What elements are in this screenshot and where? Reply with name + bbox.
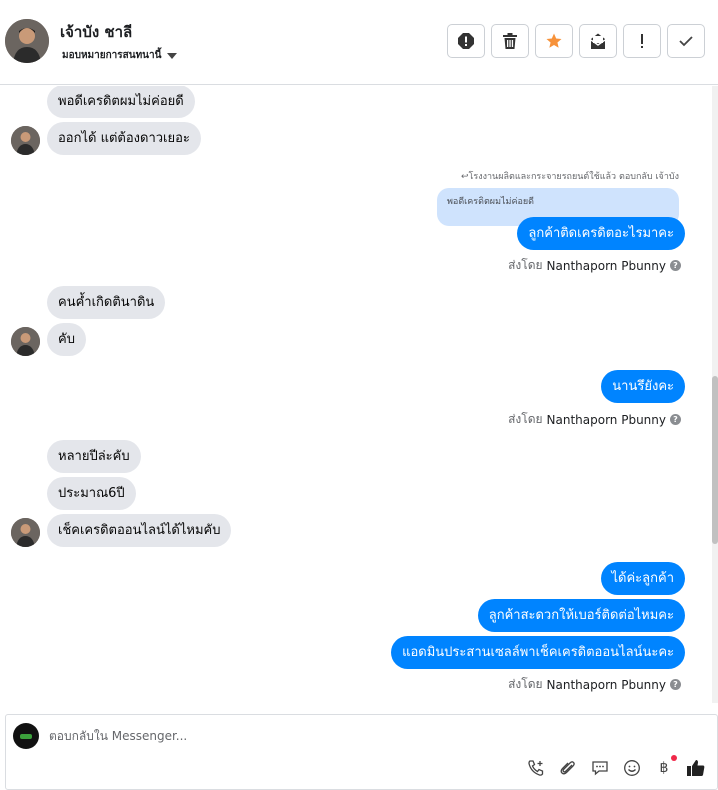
call-button[interactable] xyxy=(526,757,546,779)
delete-button[interactable] xyxy=(491,24,529,58)
reply-context: ↩โรงงานผลิตและกระจายรถยนต์ใช้แล้ว ตอบกลั… xyxy=(460,172,679,182)
outgoing-message[interactable]: ลูกค้าสะดวกให้เบอร์ติดต่อไหมคะ xyxy=(477,599,685,632)
check-icon xyxy=(679,36,693,47)
follow-up-button[interactable] xyxy=(623,24,661,58)
incoming-message[interactable]: หลายปีล่ะคับ xyxy=(47,440,141,473)
sent-by-prefix: ส่งโดย xyxy=(508,677,543,691)
notification-dot xyxy=(671,755,677,761)
incoming-message[interactable]: ประมาณ6ปี xyxy=(47,477,136,510)
help-icon[interactable]: ? xyxy=(670,260,681,271)
mark-unread-button[interactable] xyxy=(579,24,617,58)
scrollbar-thumb[interactable] xyxy=(712,376,718,544)
sent-by-label: ส่งโดย Nanthaporn Pbunny ? xyxy=(508,410,681,429)
saved-replies-button[interactable] xyxy=(590,757,610,779)
outgoing-message[interactable]: แอดมินประสานเซลล์พาเช็คเครดิตออนไลน์นะคะ xyxy=(391,636,685,669)
conversation-header: เจ้าบัง ชาลี มอบหมายการสนทนานี้ xyxy=(0,0,718,85)
incoming-message[interactable]: คนค้ำเกิดตินาดิน xyxy=(47,286,166,319)
chat-icon xyxy=(592,761,608,776)
sent-by-name[interactable]: Nanthaporn Pbunny xyxy=(547,678,666,692)
phone-icon xyxy=(528,760,544,776)
incoming-message[interactable]: ออกได้ แต่ต้องดาวเยอะ xyxy=(47,122,201,155)
incoming-message[interactable]: พอดีเครดิตผมไม่ค่อยดี xyxy=(47,86,195,118)
incoming-message[interactable]: คับ xyxy=(47,323,86,356)
outgoing-message[interactable]: ได้ค่ะลูกค้า xyxy=(600,562,685,595)
contact-name[interactable]: เจ้าบัง ชาลี xyxy=(60,20,132,44)
sent-by-name[interactable]: Nanthaporn Pbunny xyxy=(547,259,666,273)
sent-by-prefix: ส่งโดย xyxy=(508,258,543,272)
payment-button[interactable]: ฿ xyxy=(654,755,677,779)
baht-icon: ฿ xyxy=(659,760,669,776)
reply-input[interactable] xyxy=(49,723,649,749)
exclamation-icon xyxy=(641,34,643,48)
sender-avatar[interactable] xyxy=(11,518,40,547)
assign-conversation-dropdown[interactable]: มอบหมายการสนทนานี้ xyxy=(62,48,178,63)
incoming-message[interactable]: เช็คเครดิตออนไลน์ได้ไหมคับ xyxy=(47,514,232,547)
outgoing-message[interactable]: นานรึยังคะ xyxy=(601,370,685,403)
composer-tools: ฿ xyxy=(526,755,706,779)
emoji-icon xyxy=(624,760,640,776)
reply-composer: ฿ xyxy=(5,714,718,790)
help-icon[interactable]: ? xyxy=(670,679,681,690)
mark-done-button[interactable] xyxy=(667,24,705,58)
attach-button[interactable] xyxy=(558,757,578,779)
alert-icon xyxy=(458,33,474,49)
contact-avatar[interactable] xyxy=(5,19,49,63)
trash-icon xyxy=(503,33,517,49)
header-actions xyxy=(447,24,705,58)
mark-spam-button[interactable] xyxy=(447,24,485,58)
thumbs-up-icon xyxy=(687,760,705,776)
sender-avatar[interactable] xyxy=(11,327,40,356)
page-avatar xyxy=(13,723,39,749)
paperclip-icon xyxy=(560,761,575,775)
mail-icon xyxy=(590,33,606,49)
help-icon[interactable]: ? xyxy=(670,414,681,425)
thread-scrollbar[interactable] xyxy=(712,86,718,703)
sender-avatar[interactable] xyxy=(11,126,40,155)
like-button[interactable] xyxy=(686,757,706,779)
outgoing-message[interactable]: ลูกค้าติดเครดิตอะไรมาคะ xyxy=(517,217,685,250)
caret-down-icon xyxy=(167,52,178,59)
sent-by-name[interactable]: Nanthaporn Pbunny xyxy=(547,413,666,427)
sent-by-label: ส่งโดย Nanthaporn Pbunny ? xyxy=(508,675,681,694)
star-button[interactable] xyxy=(535,24,573,58)
emoji-button[interactable] xyxy=(622,757,642,779)
star-icon xyxy=(546,33,562,48)
message-thread[interactable]: พอดีเครดิตผมไม่ค่อยดี ออกได้ แต่ต้องดาวเ… xyxy=(0,86,712,703)
assign-label: มอบหมายการสนทนานี้ xyxy=(62,50,162,61)
sent-by-label: ส่งโดย Nanthaporn Pbunny ? xyxy=(508,256,681,275)
sent-by-prefix: ส่งโดย xyxy=(508,412,543,426)
